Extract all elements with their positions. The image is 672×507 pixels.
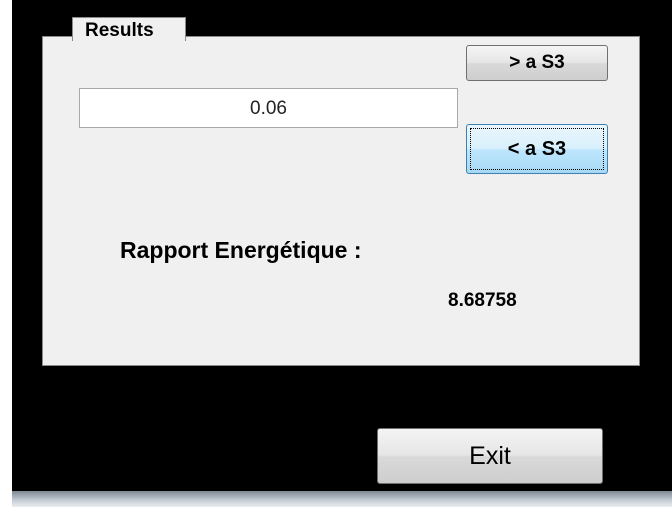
rapport-energetique-label: Rapport Energétique : <box>120 237 362 263</box>
results-group-title: Results <box>72 17 186 41</box>
focus-rectangle <box>470 128 604 170</box>
less-than-s3-button[interactable]: < a S3 <box>466 124 608 174</box>
rapport-energetique-value: 8.68758 <box>448 290 517 311</box>
taskbar-strip <box>12 491 672 507</box>
value-field[interactable]: 0.06 <box>79 88 458 128</box>
results-group-box <box>42 36 640 366</box>
exit-button[interactable]: Exit <box>377 428 603 484</box>
greater-than-s3-button[interactable]: > a S3 <box>466 45 608 81</box>
